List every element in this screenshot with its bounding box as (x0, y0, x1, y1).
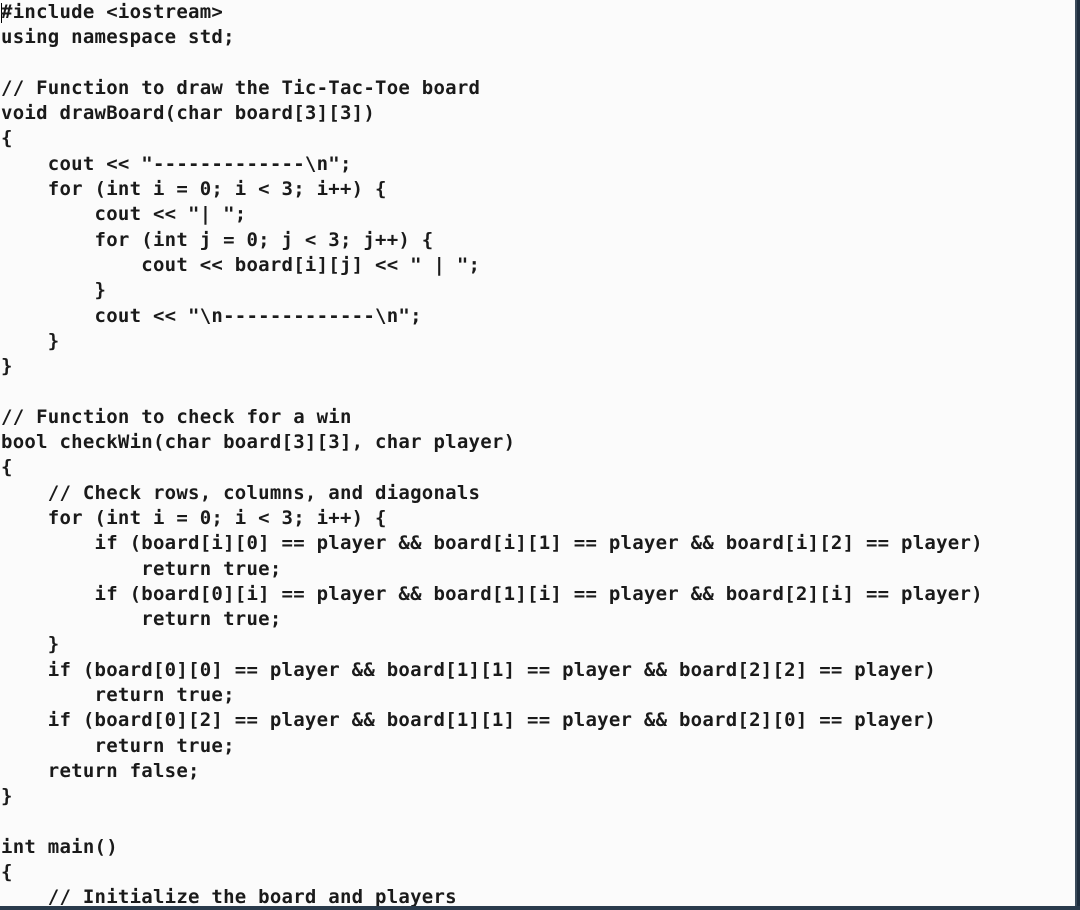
code-block[interactable]: #include <iostream> using namespace std; /… (1, 0, 983, 908)
code-line: { (1, 127, 13, 150)
code-line: // Function to check for a win (1, 405, 352, 428)
code-line: if (board[0][i] == player && board[1][i]… (1, 582, 983, 605)
code-line: return false; (1, 759, 200, 782)
code-line: } (1, 633, 60, 656)
code-line: { (1, 456, 13, 479)
code-line: // Initialize the board and players (1, 886, 457, 908)
code-line: bool checkWin(char board[3][3], char pla… (1, 431, 516, 454)
code-line: int main() (1, 835, 118, 858)
code-line: } (1, 355, 13, 378)
code-line: if (board[0][2] == player && board[1][1]… (1, 709, 937, 732)
code-viewer: #include <iostream> using namespace std; /… (0, 0, 1077, 908)
code-line: // Function to draw the Tic-Tac-Toe boar… (1, 76, 481, 99)
code-line: return true; (1, 734, 235, 757)
window-bottom-edge (0, 906, 1080, 910)
code-line: cout << "-------------\n"; (1, 152, 352, 175)
code-line: for (int i = 0; i < 3; i++) { (1, 506, 387, 529)
code-line: return true; (1, 608, 282, 631)
code-line: cout << "| "; (1, 203, 247, 226)
code-line: #include <iostream> (1, 1, 224, 23)
code-line: for (int j = 0; j < 3; j++) { (1, 228, 434, 251)
code-line: cout << board[i][j] << " | "; (1, 253, 481, 276)
code-line: } (1, 279, 107, 302)
code-line: { (1, 861, 13, 884)
code-line: cout << "\n-------------\n"; (1, 304, 422, 327)
code-line: for (int i = 0; i < 3; i++) { (1, 178, 387, 201)
code-line: return true; (1, 557, 282, 580)
code-line: } (1, 329, 60, 352)
code-line: using namespace std; (1, 26, 235, 49)
code-line: return true; (1, 684, 235, 707)
code-line: } (1, 785, 13, 808)
code-line: void drawBoard(char board[3][3]) (1, 102, 376, 125)
code-line: if (board[i][0] == player && board[i][1]… (1, 532, 983, 555)
code-line: // Check rows, columns, and diagonals (1, 481, 481, 504)
code-line: if (board[0][0] == player && board[1][1]… (1, 658, 937, 681)
